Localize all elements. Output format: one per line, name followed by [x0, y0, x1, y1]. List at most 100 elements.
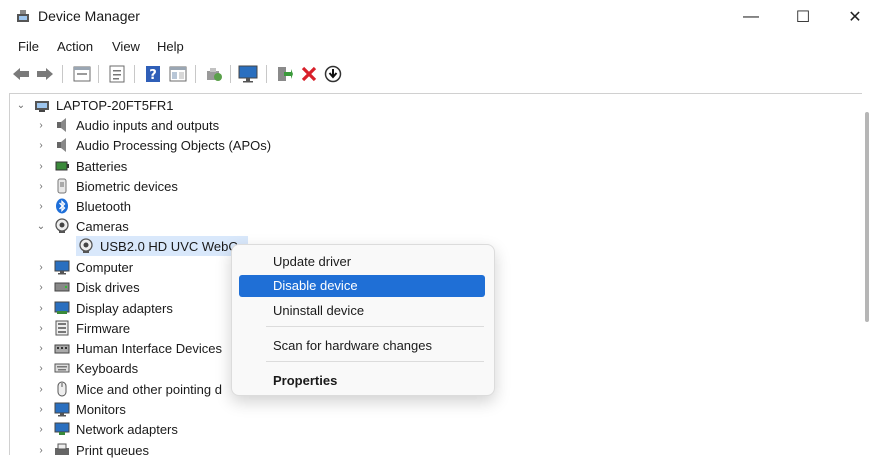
forward-icon[interactable]	[35, 64, 55, 84]
chevron-right-icon[interactable]: ›	[34, 120, 48, 131]
tree-item-label: Audio inputs and outputs	[76, 117, 220, 133]
disk-drive-icon	[54, 279, 70, 295]
tree-item[interactable]: › Network adapters	[34, 419, 178, 439]
menu-help[interactable]: Help	[157, 39, 184, 54]
tree-item[interactable]: › Disk drives	[34, 277, 140, 297]
menu-update-driver[interactable]: Update driver	[239, 251, 485, 273]
minimize-button[interactable]: —	[728, 0, 774, 34]
tree-item-label: Firmware	[76, 320, 131, 336]
view-icon[interactable]	[168, 64, 188, 84]
tree-item[interactable]: › Keyboards	[34, 358, 138, 378]
tree-item-label: Biometric devices	[76, 178, 178, 194]
chevron-right-icon[interactable]: ›	[34, 201, 48, 212]
tree-item[interactable]: › Batteries	[34, 156, 127, 176]
menu-separator	[266, 326, 484, 327]
tree-item[interactable]: › Mice and other pointing d	[34, 379, 222, 399]
menu-bar: File Action View Help	[0, 36, 870, 58]
menu-properties[interactable]: Properties	[239, 370, 485, 392]
close-button[interactable]: ✕	[832, 0, 870, 34]
tree-item-label: Batteries	[76, 158, 128, 174]
chevron-down-icon[interactable]: ⌄	[14, 100, 28, 111]
tree-item-label: Monitors	[76, 401, 126, 417]
tree-item[interactable]: › Display adapters	[34, 298, 173, 318]
tree-item-label: Keyboards	[76, 360, 139, 376]
back-icon[interactable]	[11, 64, 31, 84]
maximize-button[interactable]: ☐	[780, 0, 826, 34]
toolbar: ?	[0, 60, 870, 88]
firmware-icon	[54, 320, 70, 336]
tree-item-label: Disk drives	[76, 279, 140, 295]
menu-view[interactable]: View	[112, 39, 140, 54]
tree-item-label: Display adapters	[76, 300, 173, 316]
hid-icon	[54, 340, 70, 356]
webcam-icon	[78, 238, 94, 254]
tree-item[interactable]: › Audio inputs and outputs	[34, 115, 219, 135]
tree-item[interactable]: › Human Interface Devices	[34, 338, 222, 358]
menu-separator	[266, 361, 484, 362]
printer-icon	[54, 442, 70, 458]
disable-icon[interactable]	[323, 64, 343, 84]
chevron-right-icon[interactable]: ›	[34, 404, 48, 415]
menu-uninstall-device[interactable]: Uninstall device	[239, 300, 485, 322]
tree-item[interactable]: › Audio Processing Objects (APOs)	[34, 135, 271, 155]
scan-icon[interactable]	[204, 64, 224, 84]
chevron-right-icon[interactable]: ›	[34, 424, 48, 435]
tree-root-label: LAPTOP-20FT5FR1	[56, 97, 174, 113]
monitor-icon	[54, 259, 70, 275]
tree-item-label: Audio Processing Objects (APOs)	[76, 137, 272, 153]
context-menu: Update driver Disable device Uninstall d…	[231, 244, 495, 396]
network-adapter-icon	[54, 421, 70, 437]
tree-item[interactable]: › Firmware	[34, 318, 130, 338]
menu-disable-device[interactable]: Disable device	[239, 275, 485, 297]
bluetooth-icon	[54, 198, 70, 214]
tree-item[interactable]: › Monitors	[34, 399, 126, 419]
chevron-right-icon[interactable]: ›	[34, 363, 48, 374]
properties-sheet-icon[interactable]	[72, 64, 92, 84]
chevron-right-icon[interactable]: ›	[34, 303, 48, 314]
tree-item-label: Cameras	[76, 218, 129, 234]
tree-root[interactable]: ⌄ LAPTOP-20FT5FR1	[14, 95, 174, 115]
window-title: Device Manager	[38, 8, 140, 24]
monitor-icon[interactable]	[238, 64, 258, 84]
menu-action[interactable]: Action	[57, 39, 93, 54]
chevron-right-icon[interactable]: ›	[34, 343, 48, 354]
chevron-right-icon[interactable]: ›	[34, 181, 48, 192]
keyboard-icon	[54, 360, 70, 376]
tree-item-label: Network adapters	[76, 421, 178, 437]
tree-item-label: Bluetooth	[76, 198, 131, 214]
battery-icon	[54, 158, 70, 174]
chevron-down-icon[interactable]: ⌄	[34, 221, 48, 232]
chevron-right-icon[interactable]: ›	[34, 282, 48, 293]
chevron-right-icon[interactable]: ›	[34, 262, 48, 273]
tree-item-selected[interactable]: USB2.0 HD UVC WebCa	[76, 236, 248, 256]
tree-item-label: Print queues	[76, 442, 149, 458]
tree-item[interactable]: ⌄ Cameras	[34, 216, 129, 236]
menu-file[interactable]: File	[18, 39, 39, 54]
tree-item-label: USB2.0 HD UVC WebCa	[100, 238, 245, 254]
title-bar: Device Manager — ☐ ✕	[0, 0, 870, 34]
speaker-icon	[54, 117, 70, 133]
svg-text:?: ?	[149, 68, 157, 83]
tree-item[interactable]: › Biometric devices	[34, 176, 178, 196]
tree-item-label: Mice and other pointing d	[76, 381, 222, 397]
uninstall-icon[interactable]	[299, 64, 319, 84]
tree-item[interactable]: › Bluetooth	[34, 196, 131, 216]
vertical-scrollbar[interactable]	[865, 112, 869, 322]
chevron-right-icon[interactable]: ›	[34, 161, 48, 172]
chevron-right-icon[interactable]: ›	[34, 140, 48, 151]
menu-scan-hardware[interactable]: Scan for hardware changes	[239, 335, 485, 357]
tree-item-label: Computer	[76, 259, 134, 275]
chevron-right-icon[interactable]: ›	[34, 323, 48, 334]
display-adapter-icon	[54, 300, 70, 316]
tree-item[interactable]: › Computer	[34, 257, 133, 277]
monitor-icon	[54, 401, 70, 417]
computer-icon	[34, 97, 50, 113]
help-icon[interactable]: ?	[143, 64, 163, 84]
tree-item-label: Human Interface Devices	[76, 340, 222, 356]
chevron-right-icon[interactable]: ›	[34, 384, 48, 395]
tree-item[interactable]: › Print queues	[34, 440, 149, 460]
webcam-icon	[54, 218, 70, 234]
update-driver-icon[interactable]	[274, 64, 294, 84]
fingerprint-icon	[54, 178, 70, 194]
properties-icon[interactable]	[107, 64, 127, 84]
